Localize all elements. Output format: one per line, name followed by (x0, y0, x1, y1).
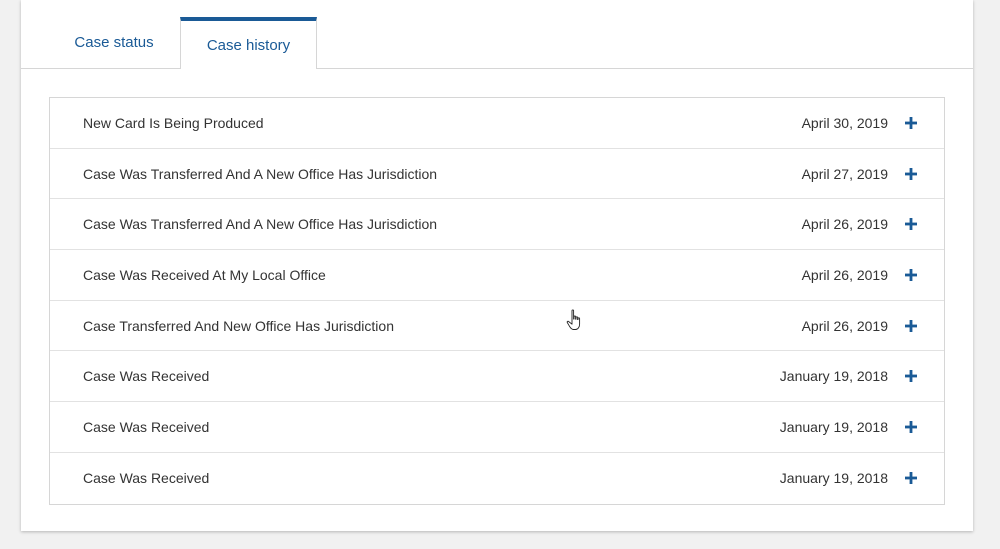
case-card: Case status Case history New Card Is Bei… (21, 0, 973, 531)
history-row-title: Case Was Received (83, 368, 210, 385)
history-row-title: Case Was Received (83, 470, 210, 487)
history-row[interactable]: Case Was Received January 19, 2018 (50, 402, 944, 453)
hand-cursor-icon (566, 309, 581, 330)
history-row-date: January 19, 2018 (779, 418, 888, 435)
history-row-title: Case Was Transferred And A New Office Ha… (83, 216, 438, 233)
history-row-date: April 27, 2019 (801, 165, 888, 182)
history-row-date: April 26, 2019 (801, 317, 888, 334)
history-row-date: April 26, 2019 (801, 216, 888, 233)
case-history-list: New Card Is Being Produced April 30, 201… (49, 97, 945, 505)
history-row[interactable]: Case Was Received At My Local Office Apr… (50, 250, 944, 301)
history-row-title: Case Transferred And New Office Has Juri… (83, 317, 394, 334)
history-row-date: January 19, 2018 (779, 470, 888, 487)
plus-icon[interactable] (905, 370, 917, 383)
history-row[interactable]: Case Transferred And New Office Has Juri… (50, 301, 944, 352)
history-row-title: Case Was Transferred And A New Office Ha… (83, 165, 438, 182)
history-row[interactable]: New Card Is Being Produced April 30, 201… (50, 98, 944, 149)
history-row[interactable]: Case Was Received January 19, 2018 (50, 351, 944, 403)
plus-icon[interactable] (905, 218, 917, 231)
tab-bar: Case status Case history (21, 0, 973, 69)
history-row[interactable]: Case Was Transferred And A New Office Ha… (50, 199, 944, 251)
history-row-date: April 30, 2019 (801, 114, 888, 131)
history-row-title: Case Was Received At My Local Office (83, 266, 326, 283)
plus-icon[interactable] (905, 420, 917, 433)
tab-case-history[interactable]: Case history (180, 17, 317, 69)
history-row-title: New Card Is Being Produced (83, 114, 264, 131)
plus-icon[interactable] (905, 472, 917, 485)
history-row-date: January 19, 2018 (779, 368, 888, 385)
history-row[interactable]: Case Was Received January 19, 2018 (50, 453, 944, 504)
history-row[interactable]: Case Was Transferred And A New Office Ha… (50, 149, 944, 200)
history-row-date: April 26, 2019 (801, 266, 888, 283)
history-row-title: Case Was Received (83, 418, 210, 435)
plus-icon[interactable] (905, 319, 917, 332)
plus-icon[interactable] (905, 167, 917, 180)
plus-icon[interactable] (905, 268, 917, 281)
plus-icon[interactable] (905, 116, 917, 129)
tab-case-status[interactable]: Case status (48, 17, 180, 68)
